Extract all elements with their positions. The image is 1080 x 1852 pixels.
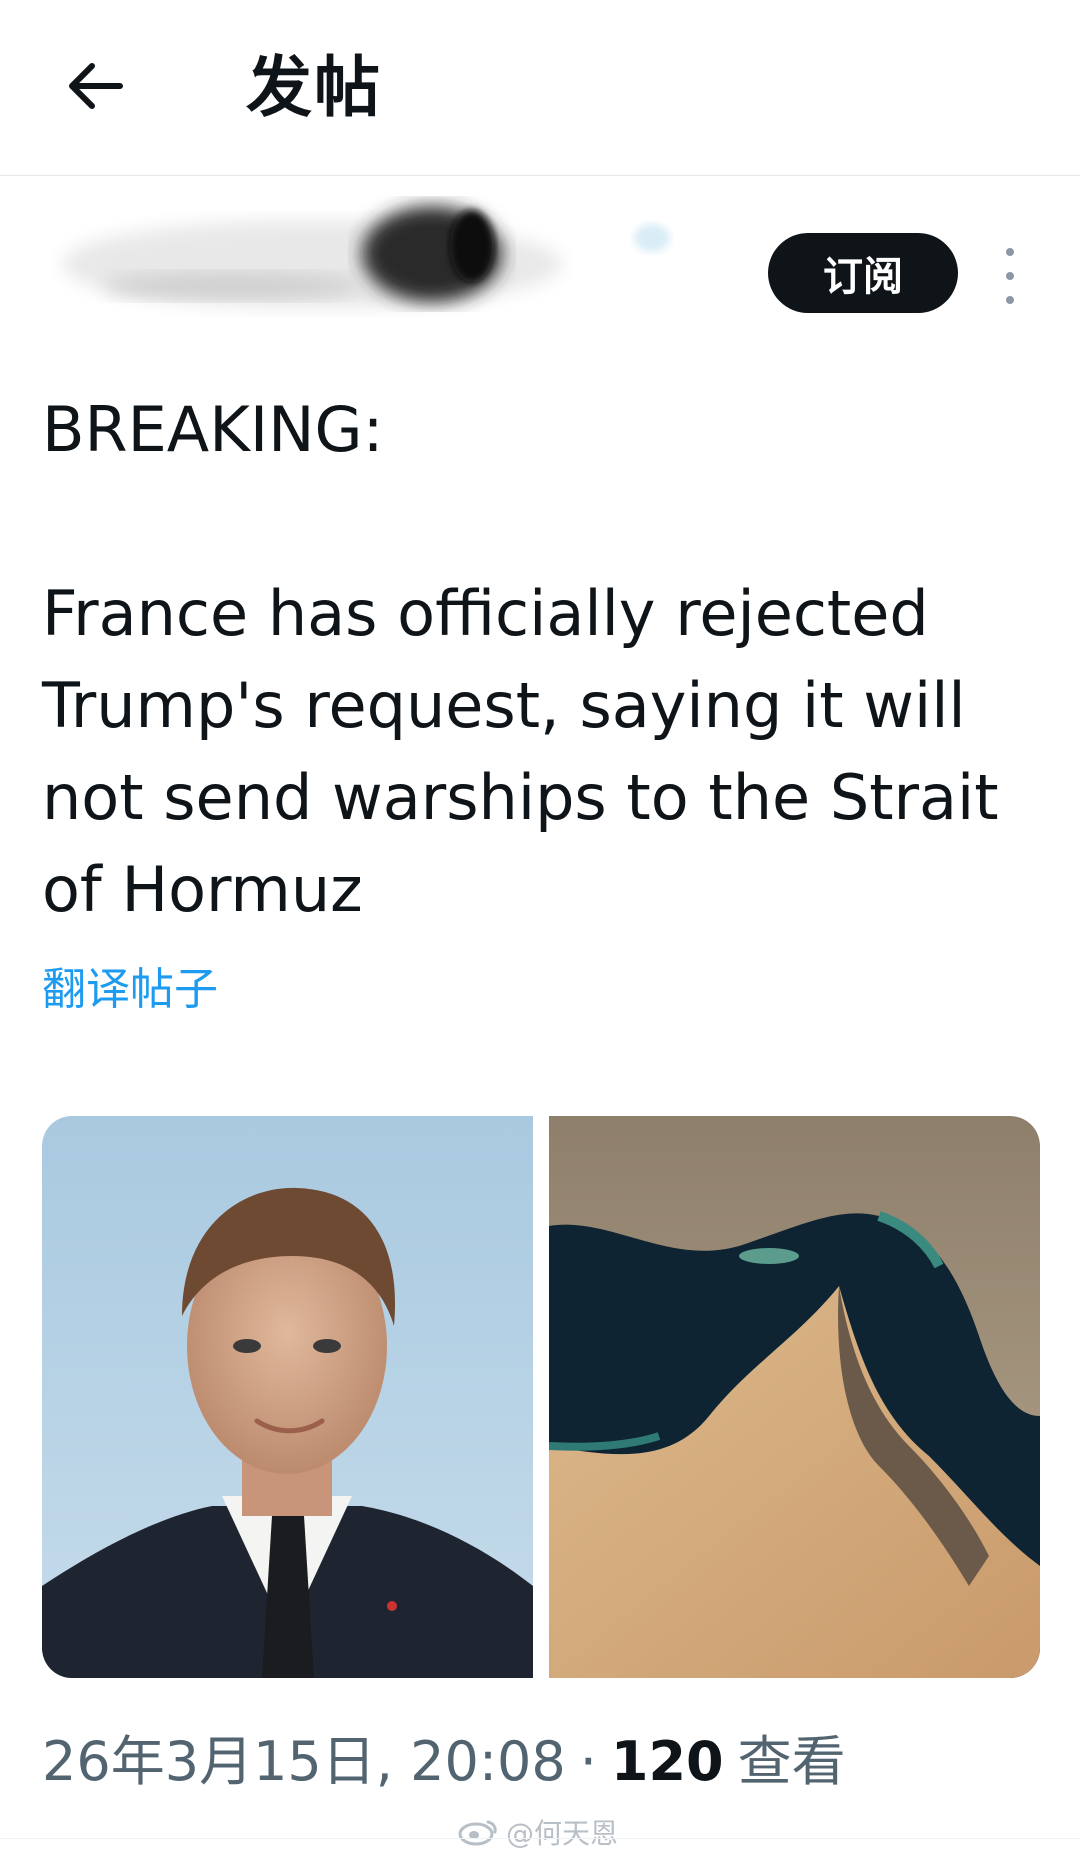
page-title: 发帖 [246, 49, 382, 126]
views-label: 查看 [737, 1730, 846, 1793]
arrow-left-icon [69, 63, 123, 109]
more-vertical-icon [1006, 248, 1014, 256]
watermark: @何天恩 [458, 1812, 618, 1852]
more-options-button[interactable] [990, 248, 1030, 304]
subscribe-button[interactable]: 订阅 [768, 233, 958, 313]
portrait-photo[interactable] [42, 1116, 533, 1678]
portrait-photo-image [42, 1116, 533, 1678]
views-count: 120 [610, 1730, 724, 1793]
redacted-author-info [62, 206, 670, 308]
media-grid [42, 1116, 1040, 1678]
translate-post-link[interactable]: 翻译帖子 [42, 960, 218, 1020]
more-vertical-icon [1006, 296, 1014, 304]
post-meta: 26年3月15日, 20:08 · 120 查看 [42, 1722, 846, 1802]
post-timestamp[interactable]: 26年3月15日, 20:08 [42, 1722, 566, 1802]
satellite-map-photo[interactable] [549, 1116, 1040, 1678]
watermark-text: @何天恩 [506, 1817, 619, 1850]
divider [0, 1838, 1080, 1839]
meta-separator: · [579, 1730, 597, 1793]
satellite-map-image [549, 1116, 1040, 1678]
back-button[interactable] [62, 58, 126, 114]
post-text: BREAKING: France has officially rejected… [42, 393, 999, 926]
top-bar: 发帖 [0, 0, 1080, 176]
more-vertical-icon [1006, 272, 1014, 280]
